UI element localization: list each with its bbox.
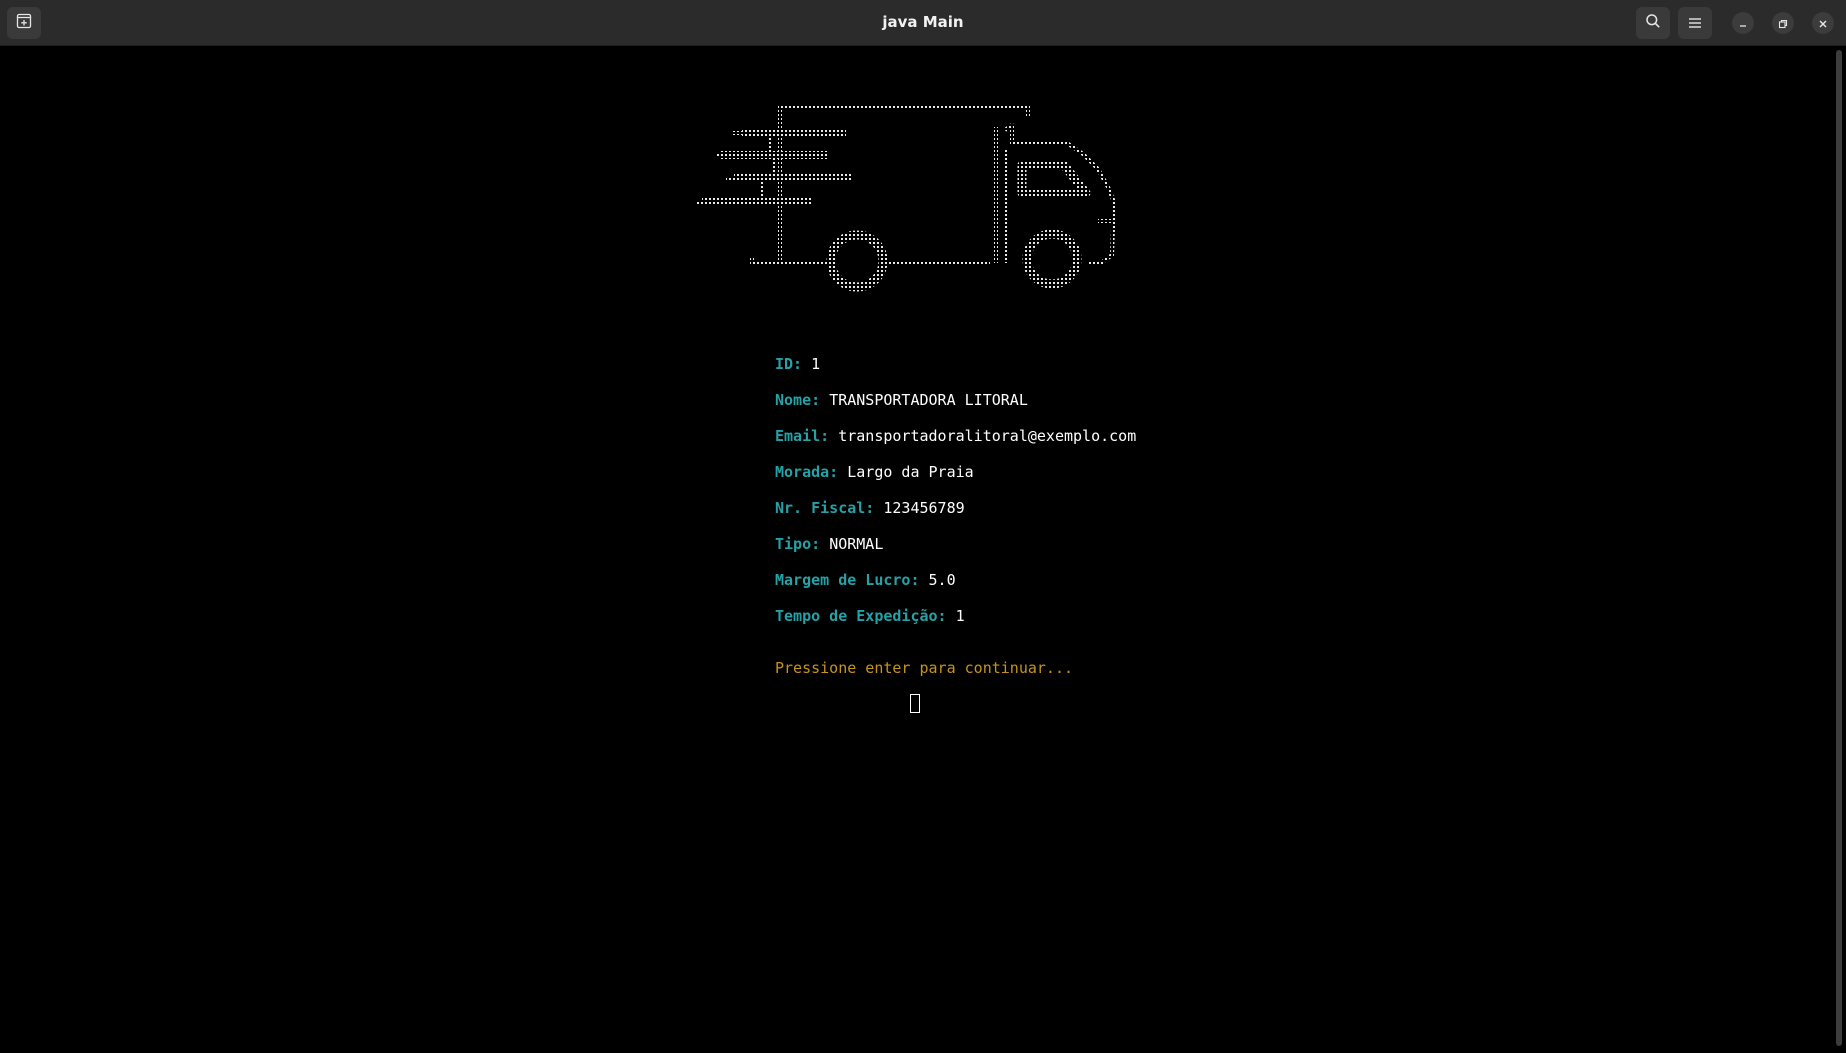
search-button[interactable] xyxy=(1636,7,1670,39)
field-value: transportadoralitoral@exemplo.com xyxy=(838,427,1137,445)
field-tempo-de-expedicao: Tempo de Expedição: 1 xyxy=(775,607,965,625)
field-id: ID: 1 xyxy=(775,355,820,373)
field-value: 123456789 xyxy=(883,499,965,517)
close-icon xyxy=(1818,14,1828,33)
field-label: Tempo de Expedição: xyxy=(775,607,947,625)
field-label: Nome: xyxy=(775,391,821,409)
field-value: 5.0 xyxy=(928,571,956,589)
close-button[interactable] xyxy=(1812,12,1834,34)
title-bar: java Main xyxy=(0,0,1846,46)
restore-icon xyxy=(1778,14,1788,33)
field-value: Largo da Praia xyxy=(847,463,974,481)
search-icon xyxy=(1645,13,1661,33)
field-morada: Morada: Largo da Praia xyxy=(775,463,974,481)
field-label: Email: xyxy=(775,427,830,445)
delivery-truck-ascii-art xyxy=(696,104,1116,292)
field-label: Morada: xyxy=(775,463,839,481)
field-margem-de-lucro: Margem de Lucro: 5.0 xyxy=(775,571,956,589)
hamburger-menu-icon xyxy=(1688,14,1702,33)
terminal-scrollbar[interactable] xyxy=(1836,50,1842,1046)
field-value: 1 xyxy=(955,607,965,625)
field-label: ID: xyxy=(775,355,803,373)
text-cursor[interactable] xyxy=(910,694,920,713)
field-nome: Nome: TRANSPORTADORA LITORAL xyxy=(775,391,1028,409)
field-label: Tipo: xyxy=(775,535,821,553)
field-label: Margem de Lucro: xyxy=(775,571,920,589)
field-value: NORMAL xyxy=(829,535,884,553)
minimize-icon xyxy=(1738,14,1748,33)
minimize-button[interactable] xyxy=(1732,12,1754,34)
continue-prompt: Pressione enter para continuar... xyxy=(775,659,1074,677)
menu-button[interactable] xyxy=(1678,7,1712,39)
field-label: Nr. Fiscal: xyxy=(775,499,875,517)
field-nr-fiscal: Nr. Fiscal: 123456789 xyxy=(775,499,965,517)
field-value: TRANSPORTADORA LITORAL xyxy=(829,391,1028,409)
field-tipo: Tipo: NORMAL xyxy=(775,535,883,553)
field-email: Email: transportadoralitoral@exemplo.com xyxy=(775,427,1136,445)
restore-button[interactable] xyxy=(1772,12,1794,34)
window-title: java Main xyxy=(882,13,964,31)
field-value: 1 xyxy=(811,355,821,373)
